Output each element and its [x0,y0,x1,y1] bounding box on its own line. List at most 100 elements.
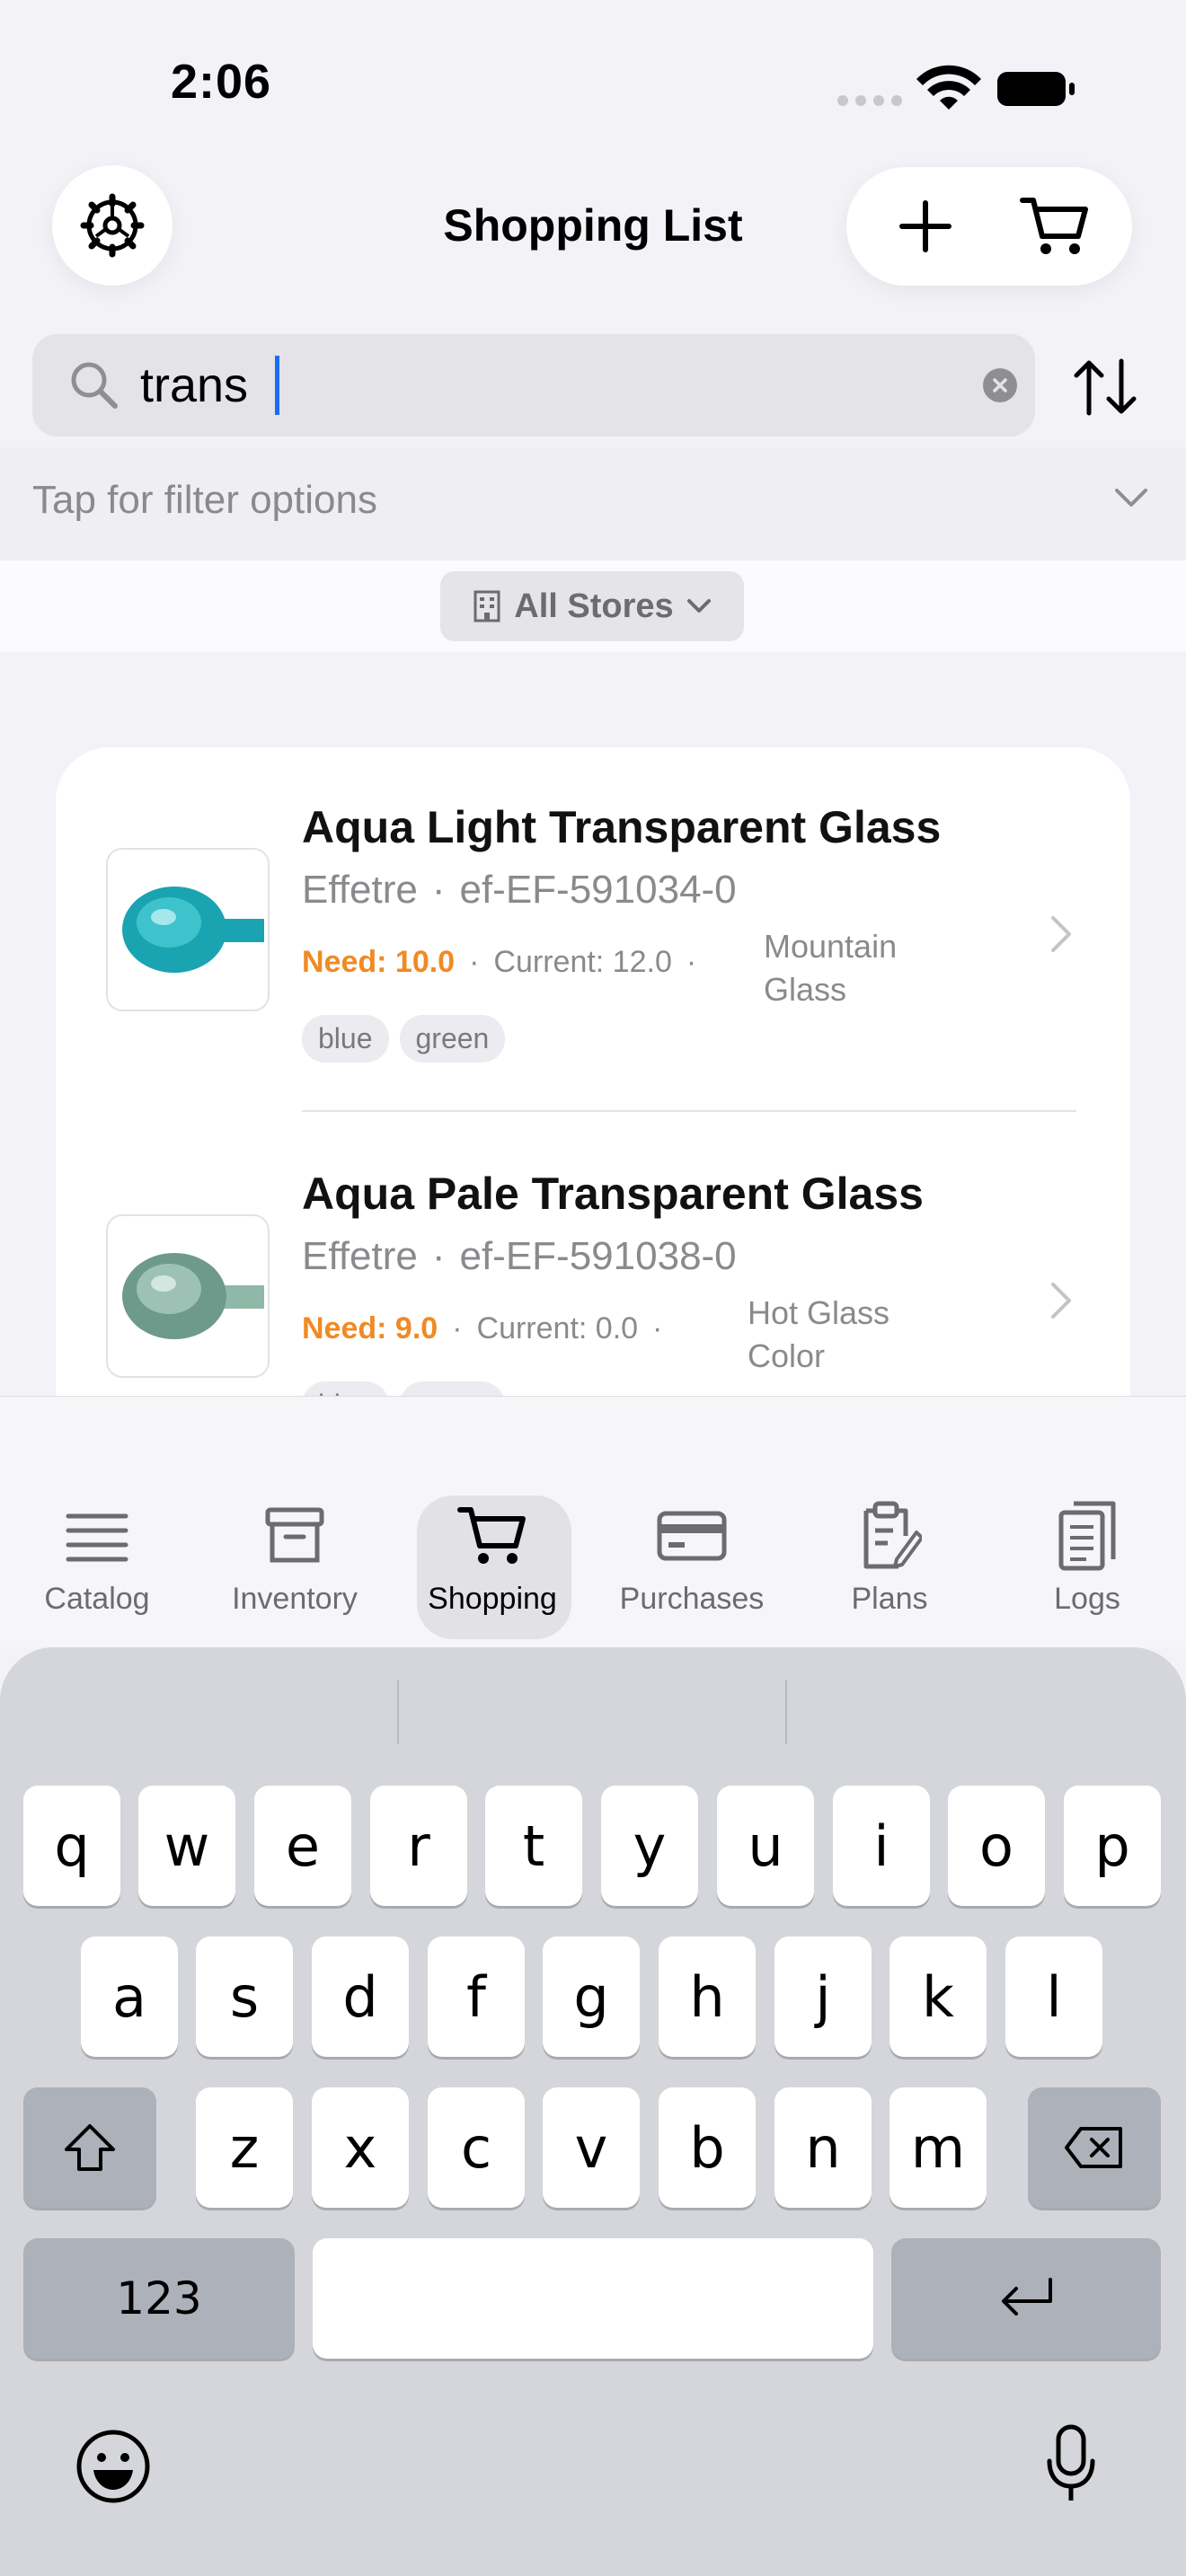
battery-icon [997,72,1075,106]
key-e[interactable]: e [254,1786,351,1906]
microphone-icon[interactable] [1044,2423,1098,2506]
key-q[interactable]: q [23,1786,120,1906]
item-current: Current: 0.0 [476,1311,639,1345]
key-g[interactable]: g [543,1936,640,2057]
key-i[interactable]: i [833,1786,930,1906]
search-input[interactable] [140,354,949,417]
backspace-key[interactable] [1028,2087,1161,2208]
backspace-icon [1065,2127,1122,2168]
item-current: Current: 12.0 [493,945,672,979]
shift-key[interactable] [23,2087,156,2208]
credit-card-icon [657,1511,727,1561]
building-icon [474,590,500,622]
item-meta: Need: 10.0 · Current: 12.0 · [302,945,697,979]
stores-row: All Stores [0,560,1186,652]
tab-plans[interactable]: Plans [809,1495,970,1617]
archive-box-icon [265,1507,324,1563]
item-need: Need: 10.0 [302,945,456,979]
item-tags: blue green [302,1381,506,1396]
shift-icon [65,2124,115,2171]
header-actions [846,167,1132,286]
return-icon [1002,2278,1052,2316]
cart-button[interactable] [992,167,1118,286]
item-store: Hot Glass Color [748,1294,890,1374]
clipboard-pencil-icon [863,1501,922,1569]
key-a[interactable]: a [81,1936,178,2057]
tab-purchases[interactable]: Purchases [611,1495,773,1617]
key-o[interactable]: o [948,1786,1045,1906]
key-j[interactable]: j [774,1936,872,2057]
key-h[interactable]: h [659,1936,756,2057]
key-p[interactable]: p [1064,1786,1161,1906]
item-code: ef-EF-591038-0 [459,1234,737,1278]
tab-label: Purchases [619,1582,765,1616]
key-x[interactable]: x [312,2087,409,2208]
list-icon [66,1513,128,1562]
key-c[interactable]: c [428,2087,525,2208]
store-filter-dropdown[interactable]: All Stores [440,571,744,641]
key-f[interactable]: f [428,1936,525,2057]
chevron-down-icon [1115,489,1147,507]
item-code: ef-EF-591034-0 [459,868,737,912]
suggestion-divider [785,1680,787,1744]
key-d[interactable]: d [312,1936,409,2057]
item-subtitle: Effetre · ef-EF-591038-0 [302,1234,737,1278]
search-icon [71,362,118,409]
key-k[interactable]: k [890,1936,987,2057]
tab-label: Plans [851,1582,928,1616]
tag: green [399,1015,506,1063]
status-time: 2:06 [171,55,272,109]
key-b[interactable]: b [659,2087,756,2208]
item-thumbnail [106,1214,270,1378]
close-icon [993,378,1007,393]
list-item[interactable]: Aqua Light Transparent Glass Effetre · ef-… [56,747,1130,1114]
tab-logs[interactable]: Logs [1006,1495,1168,1617]
shopping-list: Aqua Light Transparent Glass Effetre · ef-… [0,652,1186,1396]
suggestion-divider [397,1680,399,1744]
key-y[interactable]: y [601,1786,698,1906]
key-z[interactable]: z [196,2087,293,2208]
search-bar [32,334,1035,437]
key-u[interactable]: u [717,1786,814,1906]
item-need: Need: 9.0 [302,1311,438,1345]
key-m[interactable]: m [890,2087,987,2208]
divider [302,1110,1076,1112]
chevron-right-icon [1051,916,1071,952]
filter-label: Tap for filter options [32,478,377,522]
tab-shopping[interactable]: Shopping [412,1495,573,1617]
numbers-key[interactable]: 123 [23,2238,295,2359]
key-s[interactable]: s [196,1936,293,2057]
key-w[interactable]: w [138,1786,235,1906]
text-caret [275,356,279,415]
list-item[interactable]: Aqua Pale Transparent Glass Effetre · ef-E… [56,1114,1130,1396]
tab-label: Logs [1054,1582,1120,1616]
cart-icon [457,1507,526,1564]
tag: blue [302,1381,389,1396]
item-store: Mountain Glass [764,928,898,1008]
key-l[interactable]: l [1005,1936,1102,2057]
signal-icon [837,95,902,106]
add-button[interactable] [863,167,988,286]
tab-label: Shopping [428,1582,557,1616]
space-key[interactable] [313,2238,873,2359]
filter-options-toggle[interactable]: Tap for filter options [0,447,1186,560]
item-tags: blue green [302,1015,506,1063]
clear-search-button[interactable] [983,368,1017,402]
item-meta: Need: 9.0 · Current: 0.0 · [302,1311,663,1345]
tag: green [399,1381,506,1396]
key-r[interactable]: r [370,1786,467,1906]
return-key[interactable] [891,2238,1161,2359]
tab-label: Catalog [44,1582,150,1616]
sort-button[interactable] [1060,347,1150,428]
key-n[interactable]: n [774,2087,872,2208]
tab-label: Inventory [232,1582,358,1616]
key-v[interactable]: v [543,2087,640,2208]
keyboard: q w e r t y u i o p a s d f g h j k l z … [0,1647,1186,2576]
key-t[interactable]: t [485,1786,582,1906]
tab-catalog[interactable]: Catalog [16,1495,178,1617]
chevron-down-icon [686,599,711,613]
item-title: Aqua Pale Transparent Glass [302,1169,924,1219]
tab-inventory[interactable]: Inventory [214,1495,376,1617]
status-icons [836,63,1078,117]
documents-icon [1058,1501,1116,1571]
